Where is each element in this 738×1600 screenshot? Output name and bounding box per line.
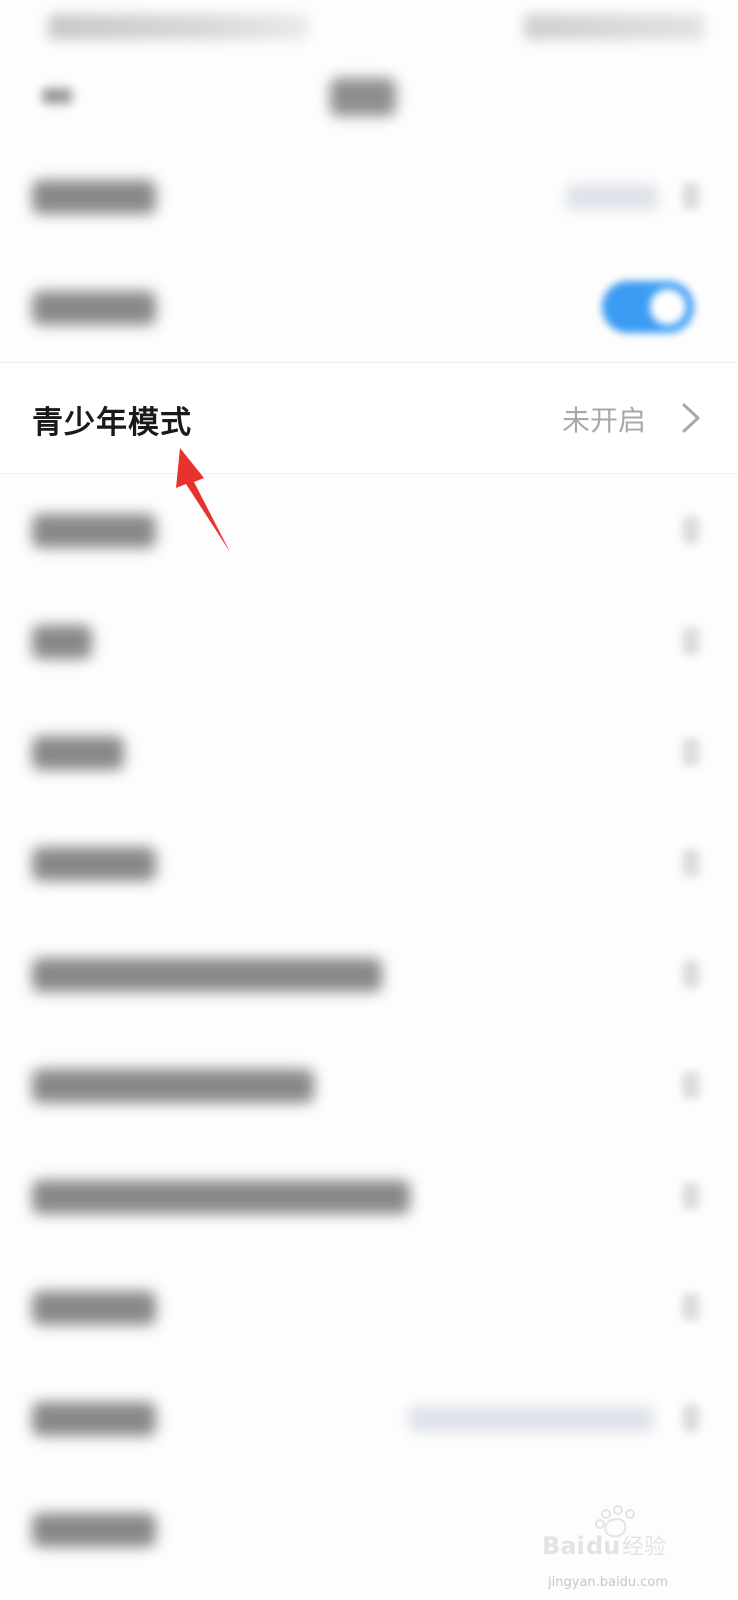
header — [0, 56, 738, 140]
chevron-right-icon — [682, 849, 700, 877]
chevron-right-icon — [682, 960, 700, 988]
toggle-knob — [650, 289, 686, 325]
row-label-blurred — [32, 1513, 156, 1547]
chevron-right-icon — [682, 1071, 700, 1099]
status-bar-left-blurred — [48, 14, 308, 40]
chevron-right-icon — [682, 1182, 700, 1210]
chevron-right-icon — [682, 627, 700, 655]
settings-row-11-blurred[interactable] — [0, 1251, 738, 1362]
settings-list: 青少年模式 未开启 — [0, 140, 738, 1584]
settings-row-6-blurred[interactable] — [0, 696, 738, 807]
svg-text:Bai: Bai — [542, 1532, 585, 1560]
annotation-arrow — [176, 448, 230, 552]
settings-row-10-blurred[interactable] — [0, 1140, 738, 1251]
settings-row-teen-mode[interactable]: 青少年模式 未开启 — [0, 362, 738, 474]
row-label-blurred — [32, 180, 156, 214]
status-bar — [0, 0, 738, 56]
chevron-right-icon — [682, 182, 700, 210]
settings-screen: 青少年模式 未开启 Bai du 经验 jingyan.baidu.com — [0, 0, 738, 1600]
teen-mode-status: 未开启 — [561, 404, 646, 437]
status-bar-right-blurred — [524, 14, 704, 40]
settings-row-8-blurred[interactable] — [0, 918, 738, 1029]
chevron-right-icon — [682, 1404, 700, 1432]
back-arrow-icon — [42, 88, 72, 104]
row-label-blurred — [32, 1069, 314, 1103]
settings-row-12-blurred[interactable] — [0, 1362, 738, 1473]
svg-text:经验: 经验 — [622, 1535, 666, 1560]
row-label-blurred — [32, 958, 382, 992]
row-label-blurred — [32, 1291, 156, 1325]
row-label-blurred — [32, 847, 156, 881]
row-label-blurred — [32, 625, 92, 659]
page-title-blurred — [330, 78, 396, 116]
settings-row-7-blurred[interactable] — [0, 807, 738, 918]
settings-row-4-blurred[interactable] — [0, 474, 738, 585]
back-button[interactable] — [34, 76, 78, 120]
svg-text:du: du — [586, 1532, 620, 1560]
chevron-right-icon — [682, 403, 700, 433]
row-label-blurred — [32, 291, 156, 325]
baidu-jingyan-watermark: Bai du 经验 — [542, 1505, 666, 1560]
settings-row-5-blurred[interactable] — [0, 585, 738, 696]
setting-toggle[interactable] — [602, 281, 694, 333]
watermark-domain: jingyan.baidu.com — [548, 1575, 668, 1590]
row-label-blurred — [32, 514, 156, 548]
row-value-blurred — [408, 1406, 654, 1432]
settings-row-1-blurred[interactable] — [0, 140, 738, 251]
chevron-right-icon — [682, 516, 700, 544]
teen-mode-label: 青少年模式 — [32, 405, 192, 441]
row-label-blurred — [32, 1180, 410, 1214]
settings-row-2-blurred — [0, 251, 738, 362]
chevron-right-icon — [682, 1293, 700, 1321]
settings-row-9-blurred[interactable] — [0, 1029, 738, 1140]
row-value-blurred — [566, 184, 658, 210]
row-label-blurred — [32, 1402, 156, 1436]
chevron-right-icon — [682, 738, 700, 766]
row-label-blurred — [32, 736, 124, 770]
